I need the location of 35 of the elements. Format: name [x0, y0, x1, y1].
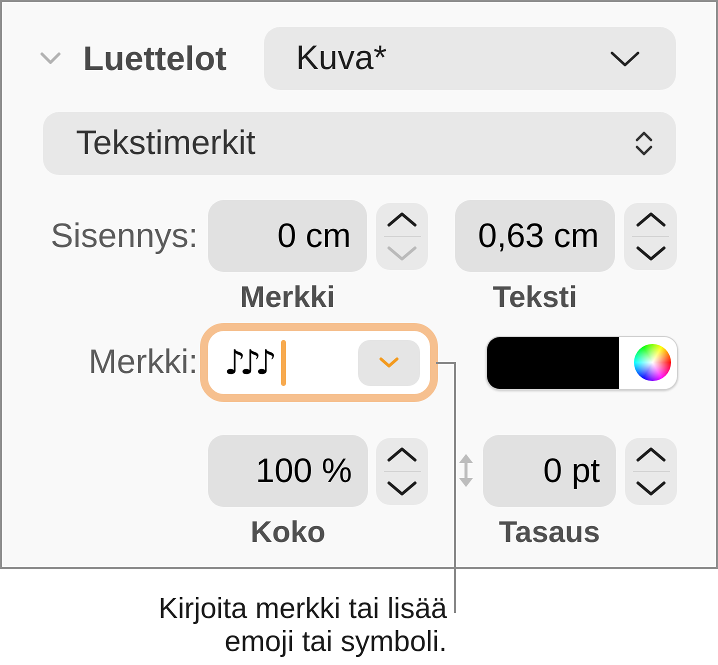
character-field[interactable]: ♪♪♪	[200, 323, 438, 402]
field-caption: Koko	[250, 518, 326, 548]
field-caption: Merkki	[240, 283, 336, 313]
chevron-up-icon	[387, 447, 417, 462]
chevron-up-icon	[636, 447, 666, 462]
color-well[interactable]	[486, 336, 678, 390]
chevron-down-icon	[636, 481, 666, 496]
stepper[interactable]	[624, 203, 677, 270]
chevron-up-icon	[387, 212, 417, 227]
stepper[interactable]	[376, 438, 428, 505]
stepper[interactable]	[625, 438, 677, 505]
field-label: Sisennys:	[50, 216, 198, 256]
chevron-down-icon	[379, 357, 399, 368]
chevron-down-icon	[636, 246, 666, 261]
vertical-arrows-icon	[457, 453, 475, 488]
chevron-up-icon	[636, 212, 666, 227]
list-style-dropdown[interactable]: Kuva*	[264, 27, 676, 90]
callout-text: Kirjoita merkki tai lisää emoji tai symboli.	[158, 593, 447, 659]
text-cursor-icon	[280, 340, 286, 386]
field-caption: Tasaus	[498, 518, 600, 548]
stepper[interactable]	[376, 203, 428, 270]
number-field[interactable]: 0,63 cm	[455, 200, 615, 272]
section-title: Luettelot	[83, 42, 227, 76]
field-caption: Teksti	[492, 283, 578, 313]
up-down-chevron-icon	[634, 130, 654, 157]
number-field[interactable]: 100 %	[208, 435, 368, 507]
number-field[interactable]: 0 cm	[208, 200, 367, 272]
chevron-down-icon	[387, 246, 417, 261]
number-field[interactable]: 0 pt	[483, 435, 616, 507]
color-wheel-icon	[634, 344, 671, 381]
chevron-down-icon	[387, 481, 417, 496]
chevron-down-icon	[40, 52, 61, 65]
bullet-type-popup[interactable]: Tekstimerkit	[43, 112, 676, 175]
chevron-down-icon	[610, 50, 640, 66]
field-label: Merkki:	[87, 342, 198, 383]
